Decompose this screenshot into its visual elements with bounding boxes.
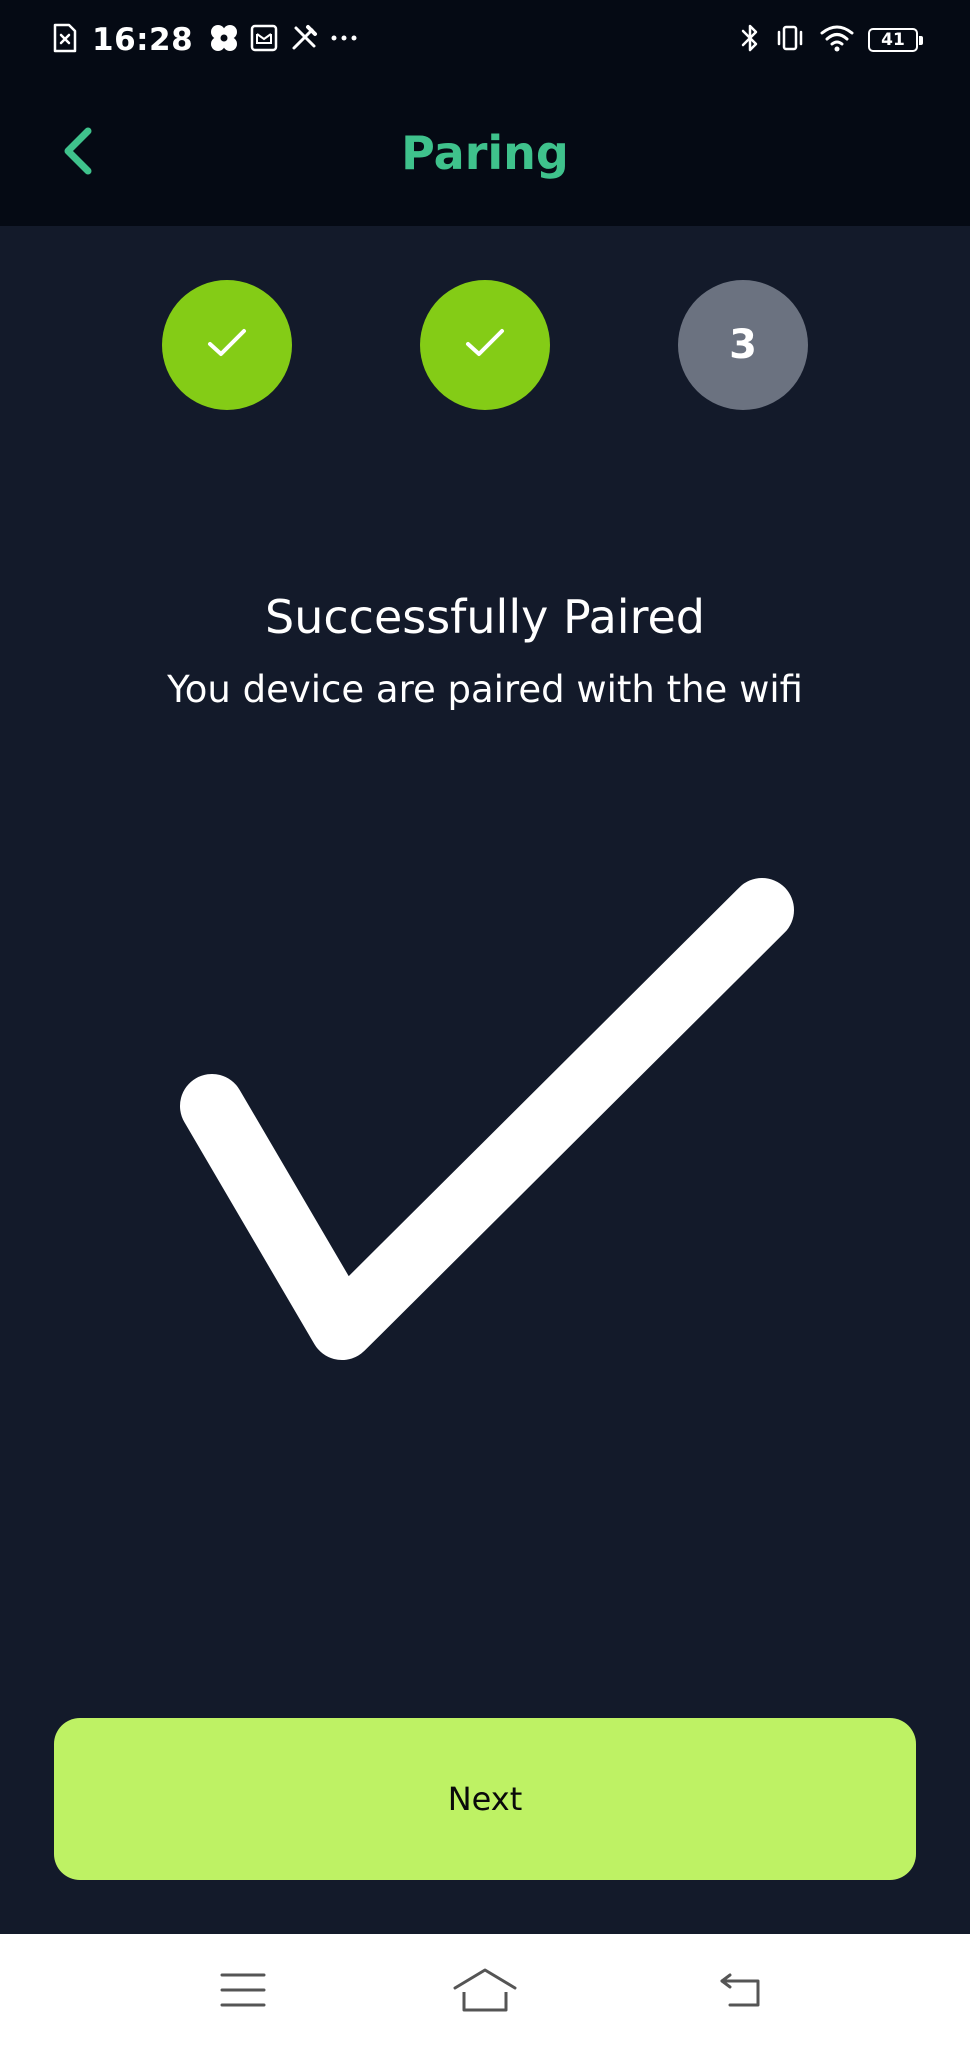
nav-back-button[interactable] — [700, 1964, 780, 2020]
nav-menu-button[interactable] — [203, 1964, 283, 2020]
nav-home-button[interactable] — [445, 1964, 525, 2020]
large-checkmark-icon — [180, 878, 794, 1360]
next-button[interactable]: Next — [54, 1718, 916, 1880]
menu-icon — [219, 1970, 267, 2014]
system-navigation-bar — [0, 1934, 970, 2048]
back-icon — [716, 1969, 764, 2015]
home-icon — [452, 1966, 518, 2018]
